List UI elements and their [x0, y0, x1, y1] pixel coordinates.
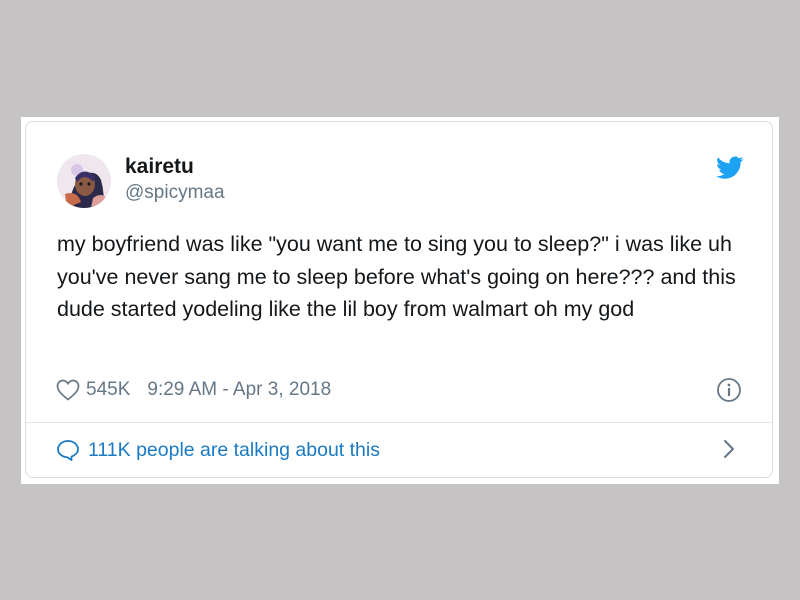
- talking-about-text[interactable]: 111K people are talking about this: [88, 439, 380, 462]
- speech-bubble-icon: [57, 440, 79, 461]
- screenshot-frame: kairetu @spicymaa my boyfriend was like …: [21, 117, 779, 484]
- heart-icon[interactable]: [56, 379, 80, 401]
- tweet-timestamp[interactable]: 9:29 AM - Apr 3, 2018: [147, 379, 331, 401]
- avatar-image: [57, 154, 111, 208]
- tweet-text: my boyfriend was like "you want me to si…: [57, 232, 736, 321]
- twitter-bird-icon[interactable]: [716, 156, 744, 180]
- user-handle[interactable]: @spicymaa: [125, 182, 225, 204]
- chevron-right-icon[interactable]: [721, 438, 737, 460]
- tweet-meta: 545K 9:29 AM - Apr 3, 2018: [56, 376, 746, 404]
- conversation-link[interactable]: 111K people are talking about this: [56, 436, 746, 464]
- like-count[interactable]: 545K: [86, 379, 130, 401]
- avatar[interactable]: [57, 154, 111, 208]
- divider: [26, 422, 772, 423]
- display-name[interactable]: kairetu: [125, 155, 194, 179]
- info-icon[interactable]: [716, 377, 742, 403]
- tweet-card[interactable]: kairetu @spicymaa my boyfriend was like …: [25, 121, 773, 478]
